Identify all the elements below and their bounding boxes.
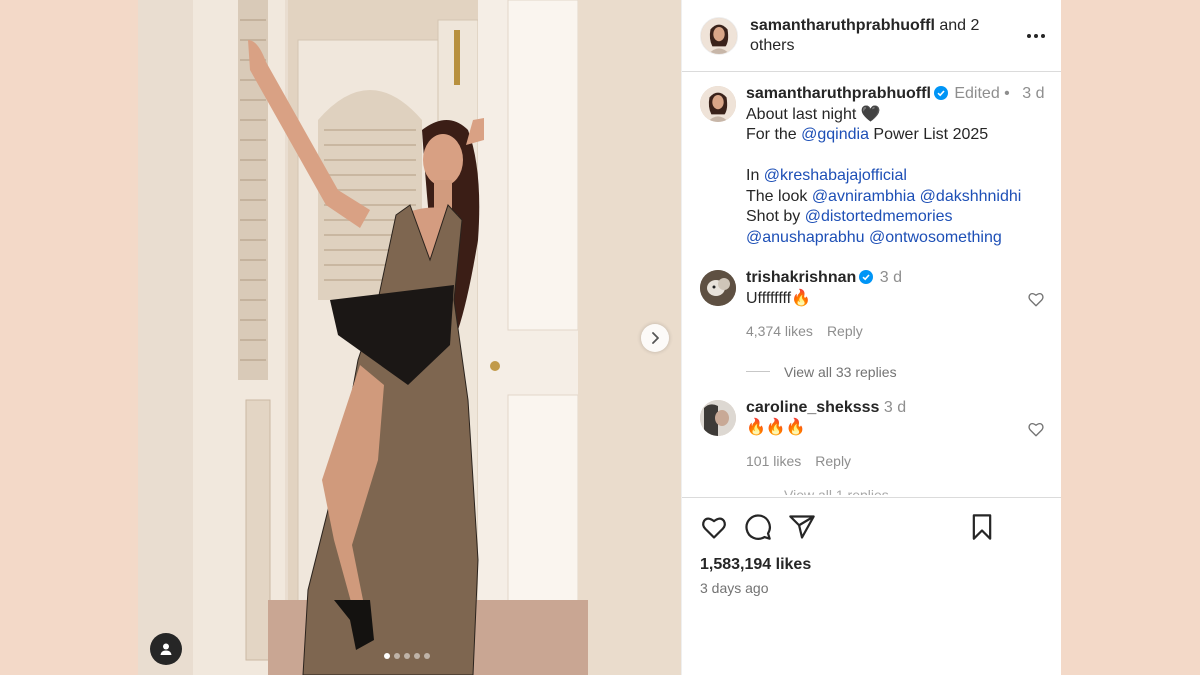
comment-username[interactable]: caroline_sheksss <box>746 399 879 416</box>
commenter-avatar[interactable] <box>700 399 736 436</box>
mention-link[interactable]: @distortedmemories <box>805 208 953 225</box>
photo-scene <box>138 0 681 675</box>
carousel-dot <box>414 653 420 659</box>
dot <box>1041 33 1045 38</box>
comment-time: 3 d <box>883 398 907 416</box>
verified-badge-icon <box>933 86 948 100</box>
verified-badge-icon <box>859 270 874 284</box>
post-photo[interactable] <box>138 0 681 675</box>
caption-content: samantharuthprabhuoffl Edited • 3 d Abou… <box>746 84 1045 248</box>
caption-username[interactable]: samantharuthprabhuoffl <box>746 85 931 102</box>
like-comment-button[interactable] <box>1027 420 1045 443</box>
like-comment-button[interactable] <box>1027 290 1045 313</box>
more-options-button[interactable] <box>1027 33 1045 38</box>
header-username[interactable]: samantharuthprabhuoffl <box>750 17 935 34</box>
header-text: samantharuthprabhuoffl and 2 others <box>750 16 990 56</box>
reply-button[interactable]: Reply <box>827 321 863 342</box>
post-footer: 1,583,194 likes 3 days ago <box>682 497 1061 675</box>
dot <box>1034 33 1038 38</box>
dot <box>1027 33 1031 38</box>
mention-link[interactable]: @gqindia <box>801 126 869 143</box>
bookmark-icon <box>972 514 992 540</box>
caption-text: For the <box>746 126 802 143</box>
carousel-next-button[interactable] <box>641 324 669 352</box>
caption-text: Shot by <box>746 208 805 225</box>
mention-link[interactable]: @ontwosomething <box>869 229 1002 246</box>
mention-link[interactable]: @dakshhnidhi <box>920 188 1022 205</box>
replies-divider <box>746 371 770 372</box>
avatar-image <box>701 17 737 54</box>
commenter-avatar[interactable] <box>700 270 736 306</box>
post-likes-count[interactable]: 1,583,194 likes <box>700 556 1045 574</box>
comment: caroline_sheksss 3 d 🔥🔥🔥 101 likes Reply <box>700 398 1045 495</box>
carousel-dot <box>384 653 390 659</box>
avatar-image <box>700 399 736 436</box>
carousel-dot <box>394 653 400 659</box>
comment-likes[interactable]: 101 likes <box>746 451 801 472</box>
caption-time: 3 d <box>1022 85 1045 102</box>
carousel-dot <box>404 653 410 659</box>
view-replies-button[interactable]: View all 33 replies <box>746 364 1045 380</box>
comment-time: 3 d <box>879 269 902 286</box>
meta-separator: • <box>1004 85 1010 102</box>
instagram-post: samantharuthprabhuoffl and 2 others sama… <box>138 0 1061 675</box>
view-replies-label: View all 33 replies <box>784 363 897 380</box>
avatar-image <box>700 86 736 122</box>
view-replies-label: View all 1 replies <box>784 487 889 495</box>
reply-button[interactable]: Reply <box>815 451 851 472</box>
caption-text: The look <box>746 187 812 205</box>
comment: trishakrishnan 3 d Uffffffff🔥 4,374 like… <box>700 268 1045 380</box>
heart-icon <box>1028 422 1044 436</box>
chevron-right-icon <box>652 332 659 344</box>
post-date[interactable]: 3 days ago <box>700 580 1045 596</box>
mention-link[interactable]: @avnirambhia <box>812 188 915 205</box>
send-icon <box>789 515 815 539</box>
comment-username[interactable]: trishakrishnan <box>746 269 856 286</box>
comment-text: 🔥🔥🔥 <box>746 419 806 436</box>
mention-link[interactable]: @anushaprabhu <box>746 229 865 246</box>
carousel-dot <box>424 653 430 659</box>
mention-link[interactable]: @kreshabajajofficial <box>764 167 907 184</box>
post-header: samantharuthprabhuoffl and 2 others <box>682 0 1061 72</box>
heart-icon <box>1028 292 1044 307</box>
action-bar <box>700 512 1045 542</box>
share-button[interactable] <box>788 513 816 541</box>
author-avatar[interactable] <box>700 16 738 55</box>
caption-line-1: About last night 🖤 <box>746 105 881 123</box>
tagged-users-button[interactable] <box>150 633 182 665</box>
caption-avatar[interactable] <box>700 86 736 122</box>
save-button[interactable] <box>969 513 995 541</box>
carousel-indicator <box>384 653 430 659</box>
person-icon <box>160 643 172 655</box>
heart-icon <box>702 517 726 539</box>
comment-text: Uffffffff🔥 <box>746 289 812 307</box>
edited-label: Edited <box>954 85 1000 102</box>
caption-text: Power List 2025 <box>868 126 989 143</box>
comments-scroll-area[interactable]: samantharuthprabhuoffl Edited • 3 d Abou… <box>682 72 1061 497</box>
like-button[interactable] <box>700 513 728 541</box>
comment-button[interactable] <box>744 513 772 541</box>
comment-likes[interactable]: 4,374 likes <box>746 321 813 342</box>
caption-text: In <box>746 167 764 184</box>
view-replies-button[interactable]: View all 1 replies <box>784 485 1045 495</box>
caption: samantharuthprabhuoffl Edited • 3 d Abou… <box>700 84 1045 248</box>
comment-bubble-icon <box>745 514 771 540</box>
avatar-image <box>700 270 736 306</box>
post-details-panel: samantharuthprabhuoffl and 2 others sama… <box>681 0 1061 675</box>
